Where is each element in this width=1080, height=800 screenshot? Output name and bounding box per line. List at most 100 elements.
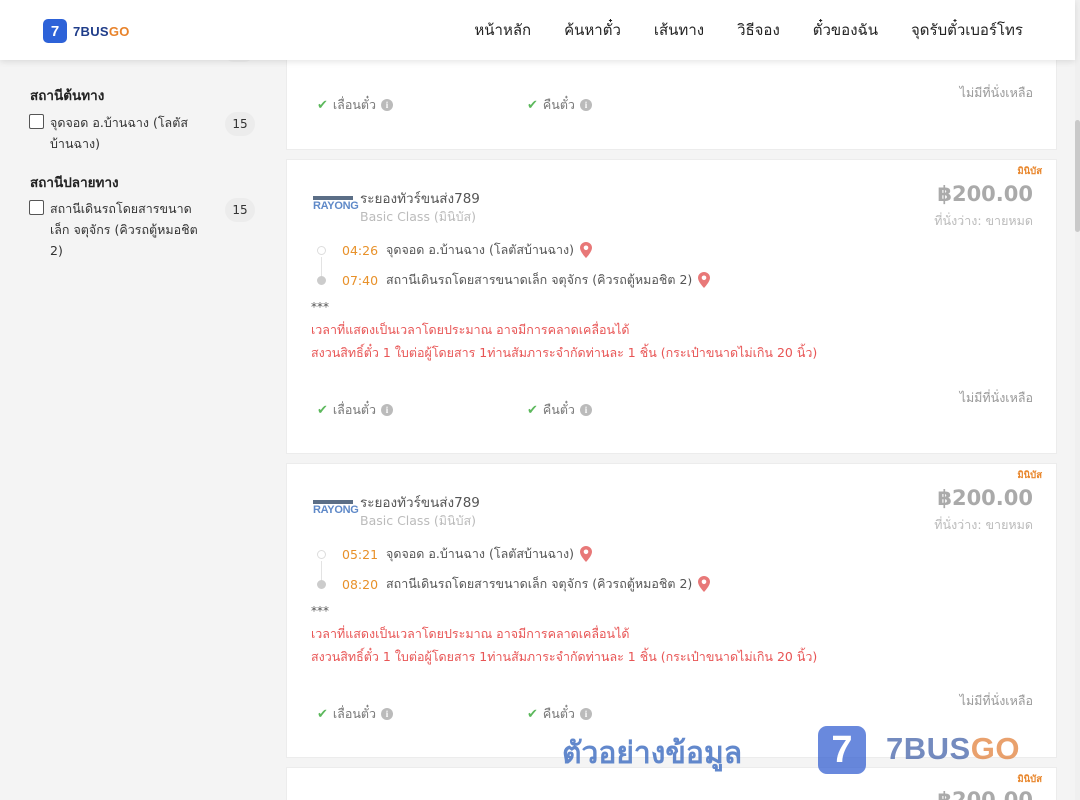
departure-station: จุดจอด อ.บ้านฉาง (โลตัสบ้านฉาง) bbox=[386, 242, 574, 257]
main-nav: หน้าหลัก ค้นหาตั๋ว เส้นทาง วิธีจอง ตั๋วข… bbox=[441, 0, 1023, 60]
watermark-brand-go: GO bbox=[970, 731, 1020, 766]
dest-station-checkbox[interactable] bbox=[29, 200, 44, 215]
departure-dot bbox=[317, 245, 326, 255]
nav-ticket-pickup-phone[interactable]: จุดรับตั๋วเบอร์โทร bbox=[911, 18, 1023, 42]
luggage-notice: สงวนสิทธิ์ตั๋ว 1 ใบต่อผู้โดยสาร 1ท่านสัม… bbox=[311, 649, 818, 664]
arrival-dot bbox=[317, 275, 326, 285]
dest-station-label: สถานีเดินรถโดยสารขนาดเล็ก จตุจักร (คิวรถ… bbox=[50, 201, 198, 258]
refund-option: ✔ คืนตั๋ว i bbox=[527, 704, 592, 724]
check-icon: ✔ bbox=[317, 402, 328, 418]
no-seats-status: ไม่มีที่นั่งเหลือ bbox=[959, 693, 1033, 708]
info-icon[interactable]: i bbox=[381, 708, 394, 720]
postpone-label: เลื่อนตั๋ว bbox=[332, 402, 377, 417]
watermark-brand-bus: 7BUS bbox=[886, 731, 971, 766]
time-notice: เวลาที่แสดงเป็นเวลาโดยประมาณ อาจมีการคลา… bbox=[311, 322, 630, 337]
info-icon[interactable]: i bbox=[579, 404, 592, 416]
arrival-dot bbox=[317, 579, 326, 589]
service-class: Basic Class (มินิบัส) bbox=[360, 513, 477, 528]
nav-routes[interactable]: เส้นทาง bbox=[654, 18, 704, 42]
no-seats-status: ไม่มีที่นั่งเหลือ bbox=[959, 390, 1033, 405]
nav-search-ticket[interactable]: ค้นหาตั๋ว bbox=[564, 18, 621, 42]
operator-logo-text: RAYONG bbox=[313, 504, 359, 516]
departure-time: 05:21 bbox=[342, 546, 379, 562]
map-pin-icon[interactable] bbox=[698, 576, 711, 592]
postpone-label: เลื่อนตั๋ว bbox=[332, 97, 377, 112]
arrival-stop: 08:20 สถานีเดินรถโดยสารขนาดเล็ก จตุจักร … bbox=[317, 574, 711, 594]
map-pin-icon[interactable] bbox=[698, 272, 711, 288]
info-icon[interactable]: i bbox=[381, 99, 394, 111]
top-nav-bar: 7 7BUSGO หน้าหลัก ค้นหาตั๋ว เส้นทาง วิธี… bbox=[0, 0, 1075, 60]
info-icon[interactable]: i bbox=[579, 99, 592, 111]
logo-text-go: GO bbox=[108, 23, 130, 39]
ticket-price: ฿200.00 bbox=[937, 788, 1033, 800]
origin-station-checkbox[interactable] bbox=[29, 114, 44, 129]
refund-label: คืนตั๋ว bbox=[542, 97, 575, 112]
operator-logo: RAYONG bbox=[313, 500, 359, 520]
operator-name: ระยองทัวร์ขนส่ง789 bbox=[360, 191, 480, 207]
note-marker: *** bbox=[311, 300, 329, 314]
operator-name: ระยองทัวร์ขนส่ง789 bbox=[360, 495, 480, 511]
trip-card[interactable]: มินิบัส RAYONG ระยองทัวร์ขนส่ง789 Basic … bbox=[286, 463, 1057, 758]
dest-station-count: 15 bbox=[225, 198, 255, 222]
departure-stop: 05:21 จุดจอด อ.บ้านฉาง (โลตัสบ้านฉาง) bbox=[317, 544, 592, 564]
postpone-option: ✔ เลื่อนตั๋ว i bbox=[317, 95, 394, 115]
sample-data-watermark: ตัวอย่างข้อมูล bbox=[562, 736, 743, 771]
dest-station-title: สถานีปลายทาง bbox=[30, 175, 119, 191]
watermark-logo-mark: 7 bbox=[818, 726, 866, 774]
service-class: Basic Class (มินิบัส) bbox=[360, 209, 477, 224]
nav-my-tickets[interactable]: ตั๋วของฉัน bbox=[813, 18, 878, 42]
arrival-station: สถานีเดินรถโดยสารขนาดเล็ก จตุจักร (คิวรถ… bbox=[386, 576, 693, 591]
departure-station: จุดจอด อ.บ้านฉาง (โลตัสบ้านฉาง) bbox=[386, 546, 574, 561]
seats-available: ที่นั่งว่าง: ขายหมด bbox=[934, 517, 1033, 532]
trip-card[interactable]: มินิบัส RAYONG ระยองทัวร์ขนส่ง789 Basic … bbox=[286, 159, 1057, 454]
note-marker: *** bbox=[311, 604, 329, 618]
trip-card-partial-top: ✔ เลื่อนตั๋ว i ✔ คืนตั๋ว i ไม่มีที่นั่งเ… bbox=[286, 48, 1057, 150]
time-notice: เวลาที่แสดงเป็นเวลาโดยประมาณ อาจมีการคลา… bbox=[311, 626, 630, 641]
scrollbar-thumb[interactable] bbox=[1075, 120, 1080, 232]
origin-station-option[interactable]: จุดจอด อ.บ้านฉาง (โลตัส บ้านฉาง) 15 bbox=[29, 112, 255, 154]
page-scrollbar[interactable] bbox=[1075, 0, 1080, 800]
origin-station-label: จุดจอด อ.บ้านฉาง (โลตัส บ้านฉาง) bbox=[50, 115, 188, 151]
no-seats-status: ไม่มีที่นั่งเหลือ bbox=[959, 85, 1033, 100]
map-pin-icon[interactable] bbox=[580, 546, 592, 562]
refund-option: ✔ คืนตั๋ว i bbox=[527, 95, 592, 115]
dest-station-option[interactable]: สถานีเดินรถโดยสารขนาดเล็ก จตุจักร (คิวรถ… bbox=[29, 198, 255, 261]
arrival-time: 07:40 bbox=[342, 272, 379, 288]
departure-time: 04:26 bbox=[342, 242, 379, 258]
luggage-notice: สงวนสิทธิ์ตั๋ว 1 ใบต่อผู้โดยสาร 1ท่านสัม… bbox=[311, 345, 818, 360]
nav-home[interactable]: หน้าหลัก bbox=[474, 18, 531, 42]
departure-dot bbox=[317, 549, 326, 559]
origin-station-title: สถานีต้นทาง bbox=[30, 88, 105, 104]
vehicle-type-badge: มินิบัส bbox=[1017, 166, 1042, 177]
filter-sidebar: สถานีต้นทาง จุดจอด อ.บ้านฉาง (โลตัส บ้าน… bbox=[0, 48, 270, 800]
ticket-price: ฿200.00 bbox=[937, 182, 1033, 206]
check-icon: ✔ bbox=[527, 97, 538, 113]
ticket-price: ฿200.00 bbox=[937, 486, 1033, 510]
postpone-option: ✔ เลื่อนตั๋ว i bbox=[317, 704, 394, 724]
operator-logo: RAYONG bbox=[313, 196, 359, 216]
vehicle-type-badge: มินิบัส bbox=[1017, 470, 1042, 481]
map-pin-icon[interactable] bbox=[580, 242, 592, 258]
refund-option: ✔ คืนตั๋ว i bbox=[527, 400, 592, 420]
origin-station-count: 15 bbox=[225, 112, 255, 136]
refund-label: คืนตั๋ว bbox=[542, 706, 575, 721]
logo-mark: 7 bbox=[43, 19, 67, 43]
check-icon: ✔ bbox=[317, 97, 328, 113]
operator-logo-text: RAYONG bbox=[313, 200, 359, 212]
check-icon: ✔ bbox=[317, 706, 328, 722]
arrival-time: 08:20 bbox=[342, 576, 379, 592]
departure-stop: 04:26 จุดจอด อ.บ้านฉาง (โลตัสบ้านฉาง) bbox=[317, 240, 592, 260]
arrival-stop: 07:40 สถานีเดินรถโดยสารขนาดเล็ก จตุจักร … bbox=[317, 270, 711, 290]
refund-label: คืนตั๋ว bbox=[542, 402, 575, 417]
site-logo[interactable]: 7 7BUSGO bbox=[43, 19, 130, 43]
logo-text-bus: 7BUS bbox=[73, 23, 109, 39]
seats-available: ที่นั่งว่าง: ขายหมด bbox=[934, 213, 1033, 228]
info-icon[interactable]: i bbox=[579, 708, 592, 720]
postpone-label: เลื่อนตั๋ว bbox=[332, 706, 377, 721]
nav-how-to-book[interactable]: วิธีจอง bbox=[737, 18, 780, 42]
check-icon: ✔ bbox=[527, 402, 538, 418]
check-icon: ✔ bbox=[527, 706, 538, 722]
postpone-option: ✔ เลื่อนตั๋ว i bbox=[317, 400, 394, 420]
vehicle-type-badge: มินิบัส bbox=[1017, 774, 1042, 785]
info-icon[interactable]: i bbox=[381, 404, 394, 416]
